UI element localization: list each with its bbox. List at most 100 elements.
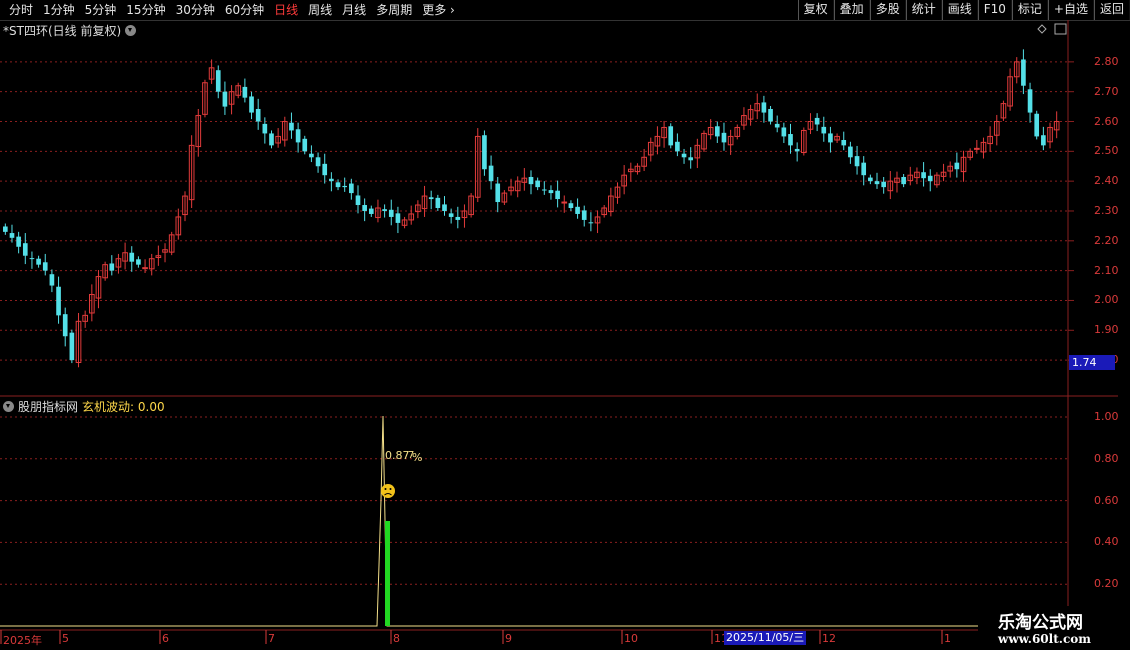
candle-body <box>255 108 261 122</box>
price-tick-label: 2.30 <box>1094 203 1119 217</box>
time-tick-label: 12 <box>822 632 836 645</box>
candle-body <box>69 332 75 361</box>
indicator-tick-label: 0.20 <box>1094 577 1119 591</box>
candle-body <box>42 262 48 271</box>
candle-body <box>329 178 334 182</box>
candle-body <box>315 157 321 167</box>
chevron-down-icon[interactable] <box>3 401 14 412</box>
candle-body <box>854 156 860 167</box>
candle-body <box>841 140 847 146</box>
candle-body <box>973 147 980 150</box>
indicator-title-bar: 股朋指标网 玄机波动: 0.00 <box>3 398 165 415</box>
candle-body <box>688 157 694 161</box>
indicator-name: 玄机波动: 0.00 <box>82 400 165 414</box>
price-tick-label: 2.00 <box>1094 293 1119 307</box>
time-tick-label: 9 <box>505 632 512 645</box>
candle-body <box>714 126 720 137</box>
candle-body <box>781 127 787 137</box>
kline-chart: 0.87 7% <box>0 20 1118 644</box>
candle-body <box>382 209 387 211</box>
time-tick-label: 5 <box>62 632 69 645</box>
candle-body <box>774 123 780 128</box>
candle-body <box>901 176 906 185</box>
candle-body <box>561 201 568 204</box>
candle-body <box>129 252 135 262</box>
candle-body <box>36 258 41 265</box>
candle-body <box>215 70 221 92</box>
indicator-tick-label: 0.40 <box>1094 535 1119 549</box>
candle-body <box>9 233 15 238</box>
candle-body <box>541 189 547 191</box>
price-tick-label: 2.70 <box>1094 84 1119 98</box>
candle-body <box>309 153 314 158</box>
candle-body <box>881 181 886 188</box>
candle-body <box>721 132 727 143</box>
indicator-tick-label: 0.60 <box>1094 493 1119 507</box>
price-tick-label: 2.40 <box>1094 174 1119 188</box>
candle-body <box>1034 113 1040 137</box>
candle-body <box>495 183 501 203</box>
time-tick-label: 1 <box>944 632 951 645</box>
candle-body <box>295 129 301 143</box>
candle-body <box>242 86 248 98</box>
candle-body <box>575 206 580 214</box>
time-tick-label: 8 <box>393 632 400 645</box>
candle-body <box>435 197 441 208</box>
candle-body <box>1027 89 1033 113</box>
price-tick-label: 2.10 <box>1094 263 1119 277</box>
candle-body <box>269 133 274 146</box>
candle-body <box>675 141 680 152</box>
candle-body <box>289 122 294 131</box>
candle-body <box>581 210 587 220</box>
main-chart-title-bar: *ST四环(日线 前复权) <box>3 22 137 39</box>
watermark: 乐淘公式网 www.60lt.com <box>978 606 1130 650</box>
candle-body <box>681 153 687 158</box>
candle-body <box>142 267 148 270</box>
watermark-title: 乐淘公式网 <box>998 613 1083 633</box>
indicator-annotation-suffix: % <box>412 451 422 464</box>
candle-body <box>342 185 348 188</box>
candle-body <box>868 177 873 182</box>
candle-body <box>821 126 827 134</box>
candle-body <box>368 208 374 214</box>
candle-body <box>56 286 61 316</box>
candle-body <box>528 176 534 185</box>
candle-body <box>954 162 960 170</box>
candle-body <box>1041 135 1046 146</box>
indicator-bar <box>385 521 390 626</box>
candle-body <box>874 181 880 185</box>
indicator-tick-label: 0.80 <box>1094 451 1119 465</box>
price-tick-label: 1.90 <box>1094 323 1119 337</box>
candle-body <box>588 222 594 224</box>
candle-body <box>455 216 461 220</box>
candle-body <box>927 175 933 182</box>
indicator-tick-label: 1.00 <box>1094 410 1119 423</box>
candle-body <box>442 204 447 211</box>
time-tick-label: 6 <box>162 632 169 645</box>
candle-body <box>322 163 328 176</box>
candle-body <box>136 259 141 265</box>
candle-body <box>548 190 554 194</box>
candle-body <box>482 135 487 170</box>
candle-body <box>109 263 115 271</box>
watermark-url: www.60lt.com <box>998 632 1091 646</box>
candle-body <box>16 236 21 247</box>
candle-body <box>29 258 35 260</box>
sad-face-icon <box>381 484 395 498</box>
window-icon <box>1054 23 1067 35</box>
price-tick-label: 2.80 <box>1094 54 1119 68</box>
stock-title: *ST四环(日线 前复权) <box>3 24 122 38</box>
candle-body <box>568 203 574 208</box>
candle-body <box>1021 59 1026 86</box>
candle-body <box>62 314 68 337</box>
candle-body <box>668 126 674 146</box>
candle-body <box>488 165 494 182</box>
candle-body <box>222 91 228 107</box>
candle-body <box>262 123 268 134</box>
indicator-annotation: 0.87 <box>385 449 410 462</box>
candle-body <box>395 213 401 223</box>
candle-body <box>814 117 820 125</box>
chevron-down-icon[interactable] <box>125 25 137 36</box>
candle-body <box>249 96 254 113</box>
candle-body <box>788 134 793 146</box>
